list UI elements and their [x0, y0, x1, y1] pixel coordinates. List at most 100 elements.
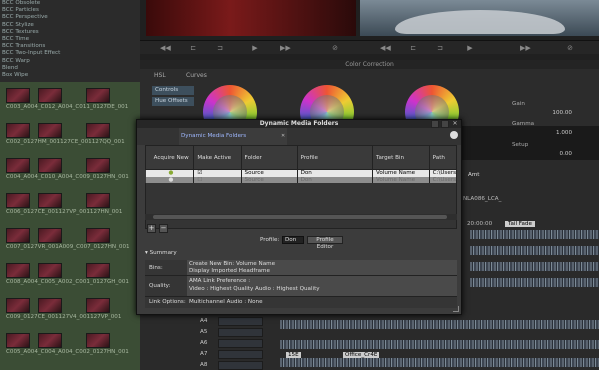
track-a6[interactable]: A6	[200, 340, 214, 348]
clear-icon[interactable]: ⊘	[565, 44, 575, 52]
tab-hsl[interactable]: HSL	[150, 71, 170, 80]
clip-thumbnail[interactable]	[6, 298, 30, 313]
track-a7[interactable]: A7	[200, 351, 214, 359]
bin-clip[interactable]: C004_A004_C010_A004_C009_0127HN_001	[2, 156, 138, 182]
clear-icon[interactable]: ⊘	[330, 44, 340, 52]
column-path[interactable]: Path	[428, 145, 458, 170]
hue-offsets-button[interactable]: Hue Offsets	[152, 97, 194, 106]
bin-clip[interactable]: C009_0127CE_001127V4_001127VP_001	[2, 296, 138, 322]
clip-thumbnail[interactable]	[86, 123, 110, 138]
track-a4[interactable]: A4	[200, 318, 214, 326]
summary-header[interactable]: ▾ Summary	[145, 250, 177, 256]
acquire-new-radio[interactable]: ●	[145, 169, 195, 177]
settings-icon[interactable]	[450, 131, 458, 139]
bin-clip[interactable]: C002_0127HM_001127CE_001127QQ_001	[2, 121, 138, 147]
timeline-track[interactable]	[470, 262, 599, 271]
tab-dynamic-media-folders[interactable]: Dynamic Media Folders	[179, 128, 287, 145]
column-acquire-new[interactable]: Acquire New	[144, 145, 195, 170]
column-folder[interactable]: Folder	[240, 145, 298, 170]
column-make-active[interactable]: Make Active	[193, 145, 242, 170]
clip-thumbnail[interactable]	[86, 263, 110, 278]
clip-thumbnail[interactable]	[38, 123, 62, 138]
clip-thumbnail[interactable]	[6, 88, 30, 103]
clip-thumbnail[interactable]	[86, 333, 110, 348]
add-folder-button[interactable]: +	[147, 224, 156, 233]
timeline-track[interactable]	[470, 278, 599, 287]
clip-thumbnail[interactable]	[38, 228, 62, 243]
clip-thumbnail[interactable]	[86, 298, 110, 313]
tab-close-icon[interactable]: ✕	[281, 128, 289, 145]
clip-thumbnail[interactable]	[6, 333, 30, 348]
clip-thumbnail[interactable]	[38, 263, 62, 278]
clip-thumbnail[interactable]	[6, 158, 30, 173]
clip-thumbnail[interactable]	[38, 88, 62, 103]
gain-value[interactable]: 100.00	[528, 110, 572, 117]
clip-thumbnail[interactable]	[6, 263, 30, 278]
effect-item[interactable]: BCC Two-Input Effect	[0, 50, 140, 57]
play-icon[interactable]: ▶	[250, 44, 260, 52]
tail-fade-label[interactable]: Tail Fade	[505, 221, 535, 227]
effect-item[interactable]: BCC Transitions	[0, 43, 140, 50]
clip-thumbnail[interactable]	[86, 158, 110, 173]
audio-track-controls[interactable]	[218, 317, 263, 326]
horizontal-scrollbar[interactable]	[145, 214, 457, 220]
effect-item[interactable]: BCC Textures	[0, 29, 140, 36]
effect-item[interactable]: Box Wipe	[0, 72, 140, 79]
audio-track-controls[interactable]	[218, 361, 263, 370]
clip-thumbnail[interactable]	[38, 298, 62, 313]
column-target-bin[interactable]: Target Bin	[372, 145, 430, 170]
close-icon[interactable]: ✕	[451, 120, 459, 128]
step-forward-icon[interactable]: ▶▶	[280, 44, 291, 52]
clip-thumbnail[interactable]	[38, 333, 62, 348]
controls-button[interactable]: Controls	[152, 86, 194, 95]
profile-select[interactable]: Don	[282, 236, 304, 244]
clip-thumbnail[interactable]	[6, 228, 30, 243]
clip-thumbnail[interactable]	[6, 123, 30, 138]
make-active-checkbox[interactable]: ☑	[193, 169, 242, 177]
clip-thumbnail[interactable]	[86, 228, 110, 243]
clip-thumbnail[interactable]	[86, 88, 110, 103]
clip-thumbnail[interactable]	[38, 193, 62, 208]
audio-track-controls[interactable]	[218, 350, 263, 359]
timeline-track[interactable]	[470, 230, 599, 239]
bin-clip[interactable]: C006_0127CE_001127VP_001127HN_001	[2, 191, 138, 217]
source-monitor[interactable]	[146, 0, 356, 36]
bin-clip[interactable]: C003_A004_C012_A004_C011_0127DE_001	[2, 86, 138, 112]
column-profile[interactable]: Profile	[296, 145, 374, 170]
effect-item[interactable]: Blend	[0, 65, 140, 72]
audio-track-controls[interactable]	[218, 328, 263, 337]
track-a5[interactable]: A5	[200, 329, 214, 337]
rewind-icon[interactable]: ◀◀	[380, 44, 391, 52]
timeline-track[interactable]	[280, 340, 599, 349]
timeline-track[interactable]	[470, 246, 599, 255]
effect-item[interactable]: BCC Obsolete	[0, 0, 140, 7]
minimize-icon[interactable]	[431, 120, 439, 128]
effect-item[interactable]: BCC Warp	[0, 58, 140, 65]
rewind-icon[interactable]: ◀◀	[160, 44, 171, 52]
mark-out-icon[interactable]: ⊐	[215, 44, 225, 52]
clip-thumbnail[interactable]	[86, 193, 110, 208]
profile-editor-button[interactable]: Profile Editor	[307, 236, 343, 250]
play-icon[interactable]: ▶	[465, 44, 475, 52]
timeline-clip-label[interactable]: Office_Cr4E	[343, 352, 380, 358]
gamma-value[interactable]: 1.000	[528, 130, 572, 137]
bin-clip[interactable]: C007_0127VR_001A009_C007_0127HN_001	[2, 226, 138, 252]
remove-folder-button[interactable]: −	[159, 224, 168, 233]
audio-track-controls[interactable]	[218, 339, 263, 348]
bin-clip[interactable]: C008_A004_C005_A002_C001_0127GH_001	[2, 261, 138, 287]
effect-item[interactable]: BCC Particles	[0, 7, 140, 14]
resize-grip[interactable]	[453, 306, 459, 312]
clip-thumbnail[interactable]	[6, 193, 30, 208]
timeline-clip-label[interactable]: 15E	[286, 352, 301, 358]
table-row[interactable]: ● ☑ Source Don Volume Name C:\Users	[145, 169, 458, 177]
track-a8[interactable]: A8	[200, 362, 214, 370]
timeline-track[interactable]	[280, 358, 599, 367]
effect-item[interactable]: BCC Time	[0, 36, 140, 43]
step-forward-icon[interactable]: ▶▶	[520, 44, 531, 52]
mark-out-icon[interactable]: ⊐	[435, 44, 445, 52]
maximize-icon[interactable]	[441, 120, 449, 128]
bin-clip[interactable]: C005_A004_C004_A004_C002_0127HN_001	[2, 331, 138, 357]
setup-value[interactable]: 0.00	[528, 151, 572, 158]
effect-item[interactable]: BCC Perspective	[0, 14, 140, 21]
mark-in-icon[interactable]: ⊏	[408, 44, 418, 52]
